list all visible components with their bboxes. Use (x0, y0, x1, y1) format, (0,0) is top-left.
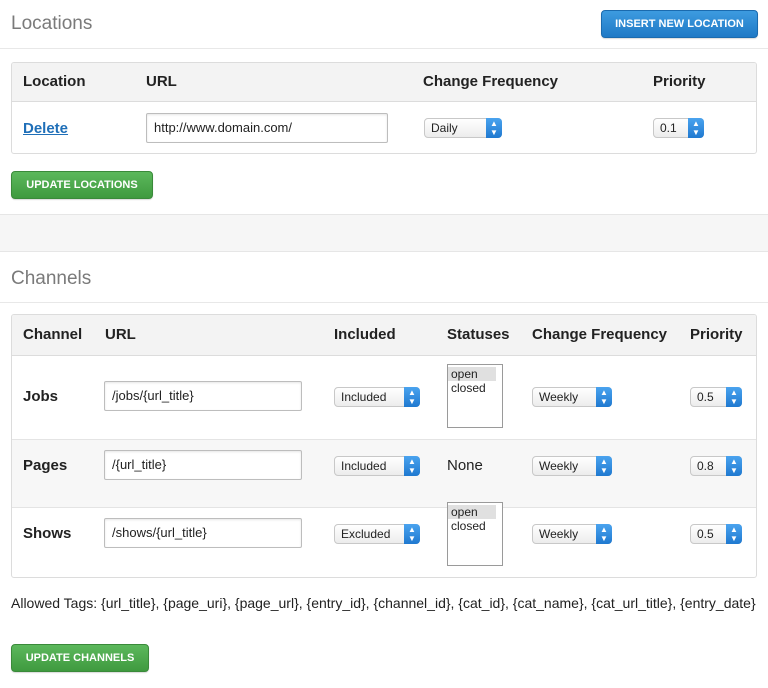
channel-frequency-select[interactable]: Weekly ▲ ▼ (532, 456, 612, 476)
channel-url-input[interactable]: /jobs/{url_title} (104, 381, 302, 411)
select-value: 0.5 (697, 390, 714, 404)
select-value: Excluded (341, 527, 391, 541)
up-down-chevron-icon: ▲ ▼ (596, 524, 612, 544)
channel-url-input[interactable]: /shows/{url_title} (104, 518, 302, 548)
channel-included-select[interactable]: Included ▲ ▼ (334, 387, 420, 407)
select-value: Included (341, 459, 387, 473)
insert-new-location-button[interactable]: Insert New Location (601, 10, 758, 38)
header-included: Included (334, 326, 396, 343)
locations-table-header: Location URL Change Frequency Priority (12, 63, 756, 102)
status-option[interactable]: open (448, 505, 496, 519)
channel-included-select[interactable]: Included ▲ ▼ (334, 456, 420, 476)
divider (0, 302, 768, 303)
section-separator (0, 214, 768, 252)
select-value: 0.5 (697, 527, 714, 541)
header-priority: Priority (690, 326, 743, 343)
status-option[interactable]: closed (448, 519, 502, 533)
header-change-frequency: Change Frequency (423, 73, 559, 90)
statuses-listbox[interactable]: open closed (447, 502, 503, 566)
row-divider (12, 439, 756, 440)
up-down-chevron-icon: ▲ ▼ (404, 456, 420, 476)
up-down-chevron-icon: ▲ ▼ (486, 118, 502, 138)
header-statuses: Statuses (447, 326, 510, 343)
locations-title: Locations (11, 13, 93, 34)
statuses-none: None (447, 457, 483, 474)
locations-table: Location URL Change Frequency Priority D… (11, 62, 757, 154)
up-down-chevron-icon: ▲ ▼ (404, 387, 420, 407)
location-url-input[interactable]: http://www.domain.com/ (146, 113, 388, 143)
select-value: Included (341, 390, 387, 404)
delete-link[interactable]: Delete (23, 120, 68, 137)
channels-table-header: Channel URL Included Statuses Change Fre… (12, 315, 756, 356)
channel-frequency-select[interactable]: Weekly ▲ ▼ (532, 524, 612, 544)
up-down-chevron-icon: ▲ ▼ (596, 387, 612, 407)
channel-name: Pages (23, 457, 68, 474)
up-down-chevron-icon: ▲ ▼ (596, 456, 612, 476)
header-channel: Channel (23, 326, 83, 343)
channel-frequency-select[interactable]: Weekly ▲ ▼ (532, 387, 612, 407)
location-priority-select[interactable]: 0.1 ▲ ▼ (653, 118, 704, 138)
up-down-chevron-icon: ▲ ▼ (404, 524, 420, 544)
allowed-tags-text: Allowed Tags: {url_title}, {page_uri}, {… (11, 595, 756, 611)
header-url: URL (105, 326, 136, 343)
status-option[interactable]: open (448, 367, 496, 381)
channel-included-select[interactable]: Excluded ▲ ▼ (334, 524, 420, 544)
select-value: Weekly (539, 459, 579, 473)
up-down-chevron-icon: ▲ ▼ (726, 456, 742, 476)
up-down-chevron-icon: ▲ ▼ (726, 524, 742, 544)
channel-name: Shows (23, 525, 72, 542)
header-url: URL (146, 73, 177, 90)
up-down-chevron-icon: ▲ ▼ (726, 387, 742, 407)
header-location: Location (23, 73, 86, 90)
update-channels-button[interactable]: Update Channels (11, 644, 149, 672)
up-down-chevron-icon: ▲ ▼ (688, 118, 704, 138)
update-locations-button[interactable]: Update Locations (11, 171, 153, 199)
divider (0, 48, 768, 49)
channel-url-input[interactable]: /{url_title} (104, 450, 302, 480)
select-value: Weekly (539, 527, 579, 541)
header-change-frequency: Change Frequency (532, 326, 668, 343)
select-value: 0.1 (660, 121, 677, 135)
channels-title: Channels (11, 268, 92, 289)
statuses-listbox[interactable]: open closed (447, 364, 503, 428)
select-value: 0.8 (697, 459, 714, 473)
location-frequency-select[interactable]: Daily ▲ ▼ (424, 118, 502, 138)
select-value: Daily (431, 121, 458, 135)
header-priority: Priority (653, 73, 706, 90)
channel-priority-select[interactable]: 0.5 ▲ ▼ (690, 524, 742, 544)
channels-table: Channel URL Included Statuses Change Fre… (11, 314, 757, 578)
status-option[interactable]: closed (448, 381, 502, 395)
channel-priority-select[interactable]: 0.5 ▲ ▼ (690, 387, 742, 407)
channel-name: Jobs (23, 388, 59, 405)
row-divider (12, 507, 756, 508)
select-value: Weekly (539, 390, 579, 404)
channel-priority-select[interactable]: 0.8 ▲ ▼ (690, 456, 742, 476)
